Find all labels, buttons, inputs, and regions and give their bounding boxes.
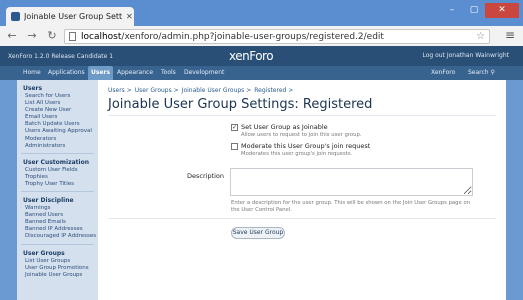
sidebar-item-trophy-titles[interactable]: Trophy User Titles [17, 181, 98, 188]
sidebar-heading[interactable]: User Groups [17, 250, 98, 258]
sidebar-item-administrators[interactable]: Administrators [17, 143, 98, 150]
moderate-label[interactable]: Moderate this User Group's join request [241, 142, 370, 150]
sidebar-group-user-groups: User Groups List User Groups User Group … [17, 250, 98, 279]
minimize-icon[interactable]: – [441, 3, 463, 18]
page-icon [69, 32, 76, 41]
browser-tab[interactable]: Joinable User Group Settin ✕ [6, 7, 134, 26]
maximize-icon[interactable]: ▢ [463, 3, 485, 18]
search-link[interactable]: Search ⚲ [468, 66, 495, 80]
bookmark-star-icon[interactable]: ☆ [476, 31, 485, 42]
sidebar-divider [21, 191, 94, 193]
forward-icon[interactable]: → [24, 28, 40, 44]
sidebar-item-discouraged-ips[interactable]: Discouraged IP Addresses [17, 233, 98, 240]
sidebar-heading[interactable]: User Customization [17, 159, 98, 167]
browser-toolbar: ← → ↻ localhost/xenforo/admin.php?joinab… [0, 26, 523, 46]
tab-development[interactable]: Development [184, 66, 224, 80]
page-title: Joinable User Group Settings: Registered [108, 97, 373, 112]
sidebar-item-group-promotions[interactable]: User Group Promotions [17, 265, 98, 272]
form-divider [108, 218, 496, 219]
logout-link[interactable]: Log out Jonathan Wainwright [422, 52, 509, 59]
sidebar-item-list-groups[interactable]: List User Groups [17, 258, 98, 265]
tab-users[interactable]: Users [88, 66, 114, 80]
sidebar-item-banned-emails[interactable]: Banned Emails [17, 219, 98, 226]
sidebar-item-warnings[interactable]: Warnings [17, 205, 98, 212]
tab-applications[interactable]: Applications [48, 66, 85, 80]
title-divider [108, 115, 496, 116]
breadcrumb: Users > User Groups > Joinable User Grou… [108, 87, 293, 94]
admin-nav: Home Applications Users Appearance Tools… [0, 66, 523, 80]
sidebar-item-custom-fields[interactable]: Custom User Fields [17, 167, 98, 174]
description-label: Description [187, 172, 225, 180]
description-hint: Enter a description for the user group. … [231, 200, 471, 213]
save-user-group-button[interactable]: Save User Group [231, 227, 285, 239]
moderate-option[interactable]: Moderate this User Group's join request [231, 142, 370, 150]
sidebar-group-discipline: User Discipline Warnings Banned Users Ba… [17, 197, 98, 240]
breadcrumb-user-groups[interactable]: User Groups > [135, 87, 179, 94]
joinable-checkbox[interactable]: ✓ [231, 124, 238, 131]
back-icon[interactable]: ← [4, 28, 20, 44]
close-tab-icon[interactable]: ✕ [126, 12, 133, 21]
sidebar: Users Search for Users List All Users Cr… [17, 80, 98, 300]
sidebar-group-customization: User Customization Custom User Fields Tr… [17, 159, 98, 188]
tab-appearance[interactable]: Appearance [117, 66, 153, 80]
window-controls: – ▢ ✕ [441, 3, 519, 18]
moderate-checkbox[interactable] [231, 143, 238, 150]
sidebar-divider [21, 152, 94, 154]
sidebar-item-joinable-groups[interactable]: Joinable User Groups [17, 272, 98, 279]
tab-title: Joinable User Group Settin [24, 12, 122, 21]
joinable-option[interactable]: ✓ Set User Group as Joinable [231, 123, 328, 131]
favicon-icon [11, 12, 20, 21]
joinable-label[interactable]: Set User Group as Joinable [241, 123, 328, 131]
breadcrumb-users[interactable]: Users > [108, 87, 132, 94]
sidebar-item-create-user[interactable]: Create New User [17, 107, 98, 114]
xenforo-logo[interactable]: xenForo [229, 49, 274, 63]
sidebar-group-users: Users Search for Users List All Users Cr… [17, 85, 98, 150]
sidebar-item-search-users[interactable]: Search for Users [17, 93, 98, 100]
close-window-icon[interactable]: ✕ [485, 3, 519, 18]
sidebar-item-banned-users[interactable]: Banned Users [17, 212, 98, 219]
sidebar-item-batch-update[interactable]: Batch Update Users [17, 121, 98, 128]
description-textarea[interactable] [230, 168, 473, 196]
reload-icon[interactable]: ↻ [44, 28, 60, 44]
version-text: XenForo 1.2.0 Release Candidate 1 [8, 52, 114, 60]
tab-home[interactable]: Home [23, 66, 41, 80]
moderate-hint: Moderates this user group's join request… [241, 151, 353, 157]
browser-chrome: Joinable User Group Settin ✕ – ▢ ✕ ← → ↻… [0, 0, 523, 46]
main-content: Users > User Groups > Joinable User Grou… [98, 80, 506, 300]
sidebar-item-trophies[interactable]: Trophies [17, 174, 98, 181]
admin-header: XenForo 1.2.0 Release Candidate 1 xenFor… [0, 46, 523, 66]
tab-tools[interactable]: Tools [161, 66, 176, 80]
sidebar-item-list-users[interactable]: List All Users [17, 100, 98, 107]
address-bar[interactable]: localhost/xenforo/admin.php?joinable-use… [64, 29, 490, 44]
browser-menu-icon[interactable]: ≡ [505, 28, 515, 42]
sidebar-divider [21, 243, 94, 245]
search-icon: ⚲ [490, 69, 495, 76]
sidebar-heading[interactable]: Users [17, 85, 98, 93]
sidebar-item-email-users[interactable]: Email Users [17, 114, 98, 121]
sidebar-item-banned-ips[interactable]: Banned IP Addresses [17, 226, 98, 233]
url-text: localhost/xenforo/admin.php?joinable-use… [81, 31, 384, 42]
sidebar-item-moderators[interactable]: Moderators [17, 136, 98, 143]
xenforo-link[interactable]: XenForo [431, 66, 455, 80]
joinable-hint: Allow users to request to join this user… [241, 132, 362, 138]
breadcrumb-joinable-groups[interactable]: Joinable User Groups > [182, 87, 252, 94]
sidebar-item-awaiting-approval[interactable]: Users Awaiting Approval [17, 128, 98, 135]
breadcrumb-registered[interactable]: Registered > [254, 87, 293, 94]
sidebar-heading[interactable]: User Discipline [17, 197, 98, 205]
